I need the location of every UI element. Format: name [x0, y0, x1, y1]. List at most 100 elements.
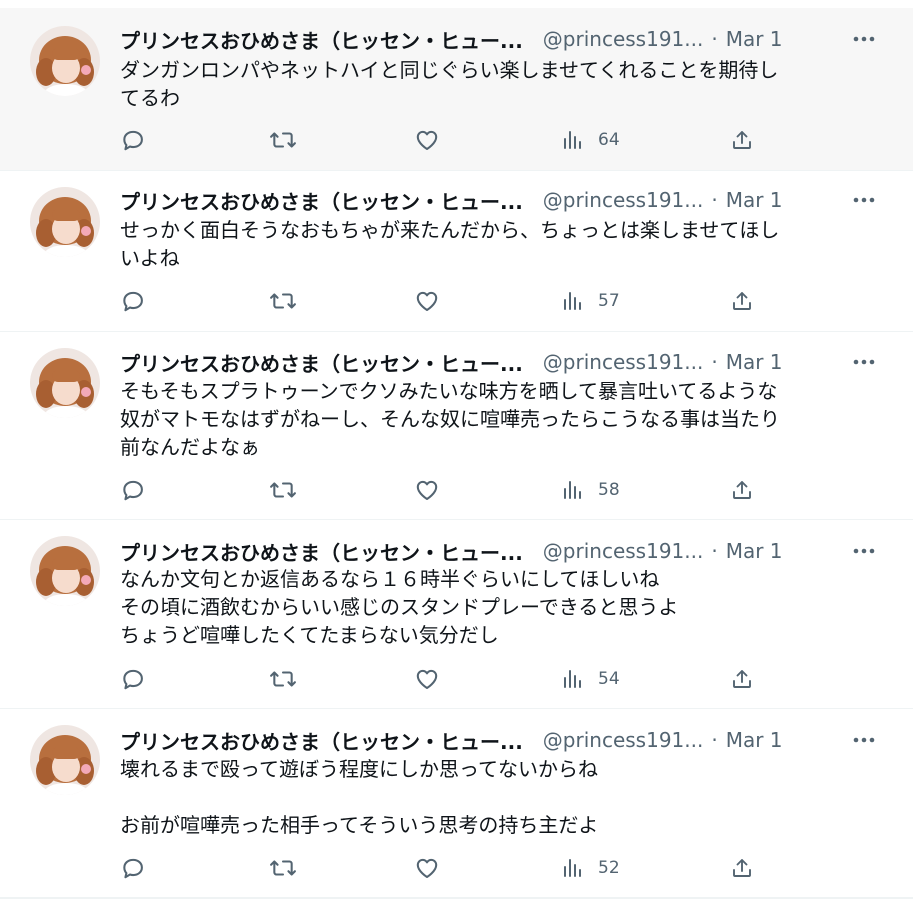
retweet-button[interactable]: [268, 664, 298, 694]
share-button[interactable]: [730, 664, 754, 694]
views-icon: [564, 292, 581, 310]
view-count: 58: [598, 480, 620, 500]
like-button[interactable]: [414, 286, 440, 316]
user-handle[interactable]: @princess191...: [543, 728, 704, 752]
avatar[interactable]: [30, 348, 100, 418]
tweet-text: せっかく面白そうなおもちゃが来たんだから、ちょっとは楽しませてほし いよね: [120, 218, 780, 270]
retweet-icon: [270, 671, 296, 687]
avatar-image: [30, 187, 100, 257]
user-handle[interactable]: @princess191...: [543, 350, 704, 374]
like-button[interactable]: [414, 664, 440, 694]
tweet-text: そもそもスプラトゥーンでクソみたいな味方を晒して暴言吐いてるような 奴がマトモな…: [120, 379, 780, 459]
reply-button[interactable]: [120, 475, 146, 505]
share-button[interactable]: [730, 286, 754, 316]
tweet-text: 壊れるまで殴って遊ぼう程度にしか思ってないからね お前が喧嘩売った相手ってそうい…: [120, 757, 599, 837]
reply-button[interactable]: [120, 853, 146, 883]
tweet-actions: 57: [120, 286, 760, 316]
separator-dot: ·: [711, 27, 718, 51]
reply-icon: [123, 480, 143, 501]
tweet-date[interactable]: Mar 1: [726, 188, 783, 212]
tweet-actions: 54: [120, 664, 760, 694]
retweet-button[interactable]: [268, 286, 298, 316]
display-name[interactable]: プリンセスおひめさま（ヒッセン・ヒュー...: [120, 25, 523, 54]
retweet-icon: [270, 482, 296, 498]
views-icon: [564, 131, 581, 149]
views-button[interactable]: 58: [560, 475, 620, 505]
avatar-image: [30, 725, 100, 795]
like-button[interactable]: [414, 475, 440, 505]
more-icon[interactable]: [849, 187, 879, 213]
tweet-header: プリンセスおひめさま（ヒッセン・ヒュー... @princess191... ·…: [120, 347, 883, 377]
tweet-actions: 52: [120, 853, 760, 883]
display-name[interactable]: プリンセスおひめさま（ヒッセン・ヒュー...: [120, 726, 523, 755]
tweet[interactable]: プリンセスおひめさま（ヒッセン・ヒュー... @princess191... ·…: [0, 171, 913, 332]
like-button[interactable]: [414, 853, 440, 883]
avatar[interactable]: [30, 26, 100, 96]
retweet-button[interactable]: [268, 475, 298, 505]
user-handle[interactable]: @princess191...: [543, 27, 704, 51]
like-icon: [416, 669, 438, 690]
tweet-date[interactable]: Mar 1: [726, 27, 783, 51]
user-handle[interactable]: @princess191...: [543, 188, 704, 212]
tweet-text: なんか文句とか返信あるなら１６時半ぐらいにしてほしいね その頃に酒飲むからいい感…: [120, 567, 679, 647]
reply-button[interactable]: [120, 125, 146, 155]
separator-dot: ·: [711, 539, 718, 563]
retweet-icon: [270, 860, 296, 876]
tweet-header: プリンセスおひめさま（ヒッセン・ヒュー... @princess191... ·…: [120, 536, 883, 566]
next-tweet-edge: [0, 898, 913, 913]
share-button[interactable]: [730, 125, 754, 155]
avatar-image: [30, 348, 100, 418]
separator-dot: ·: [711, 728, 718, 752]
tweet-text: ダンガンロンパやネットハイと同じぐらい楽しませてくれることを期待し てるわ: [120, 58, 779, 110]
avatar-image: [30, 536, 100, 606]
share-icon: [733, 292, 751, 310]
tweet-date[interactable]: Mar 1: [726, 350, 783, 374]
reply-icon: [123, 858, 143, 879]
views-button[interactable]: 52: [560, 853, 620, 883]
timeline: プリンセスおひめさま（ヒッセン・ヒュー... @princess191... ·…: [0, 0, 913, 913]
view-count: 64: [598, 130, 620, 150]
views-icon: [564, 670, 581, 688]
tweet[interactable]: プリンセスおひめさま（ヒッセン・ヒュー... @princess191... ·…: [0, 8, 913, 171]
tweet-header: プリンセスおひめさま（ヒッセン・ヒュー... @princess191... ·…: [120, 185, 883, 215]
share-button[interactable]: [730, 475, 754, 505]
tweet-actions: 58: [120, 475, 760, 505]
share-icon: [733, 859, 751, 877]
reply-button[interactable]: [120, 664, 146, 694]
tweet-actions: 64: [120, 125, 760, 155]
display-name[interactable]: プリンセスおひめさま（ヒッセン・ヒュー...: [120, 348, 523, 377]
more-icon[interactable]: [849, 727, 879, 753]
reply-button[interactable]: [120, 286, 146, 316]
share-icon: [733, 670, 751, 688]
avatar[interactable]: [30, 725, 100, 795]
separator-dot: ·: [711, 350, 718, 374]
retweet-button[interactable]: [268, 853, 298, 883]
retweet-button[interactable]: [268, 125, 298, 155]
tweet-date[interactable]: Mar 1: [726, 539, 783, 563]
like-icon: [416, 130, 438, 151]
tweet-date[interactable]: Mar 1: [726, 728, 783, 752]
share-icon: [733, 131, 751, 149]
like-icon: [416, 480, 438, 501]
share-button[interactable]: [730, 853, 754, 883]
more-icon[interactable]: [849, 26, 879, 52]
like-button[interactable]: [414, 125, 440, 155]
tweet[interactable]: プリンセスおひめさま（ヒッセン・ヒュー... @princess191... ·…: [0, 520, 913, 709]
views-button[interactable]: 57: [560, 286, 620, 316]
tweet-header: プリンセスおひめさま（ヒッセン・ヒュー... @princess191... ·…: [120, 725, 883, 755]
more-icon[interactable]: [849, 538, 879, 564]
reply-icon: [123, 130, 143, 151]
tweet-header: プリンセスおひめさま（ヒッセン・ヒュー... @princess191... ·…: [120, 24, 883, 54]
tweet[interactable]: プリンセスおひめさま（ヒッセン・ヒュー... @princess191... ·…: [0, 332, 913, 520]
avatar[interactable]: [30, 536, 100, 606]
like-icon: [416, 291, 438, 312]
view-count: 54: [598, 669, 620, 689]
display-name[interactable]: プリンセスおひめさま（ヒッセン・ヒュー...: [120, 537, 523, 566]
avatar[interactable]: [30, 187, 100, 257]
tweet[interactable]: プリンセスおひめさま（ヒッセン・ヒュー... @princess191... ·…: [0, 709, 913, 898]
display-name[interactable]: プリンセスおひめさま（ヒッセン・ヒュー...: [120, 186, 523, 215]
views-button[interactable]: 64: [560, 125, 620, 155]
views-button[interactable]: 54: [560, 664, 620, 694]
more-icon[interactable]: [849, 349, 879, 375]
user-handle[interactable]: @princess191...: [543, 539, 704, 563]
